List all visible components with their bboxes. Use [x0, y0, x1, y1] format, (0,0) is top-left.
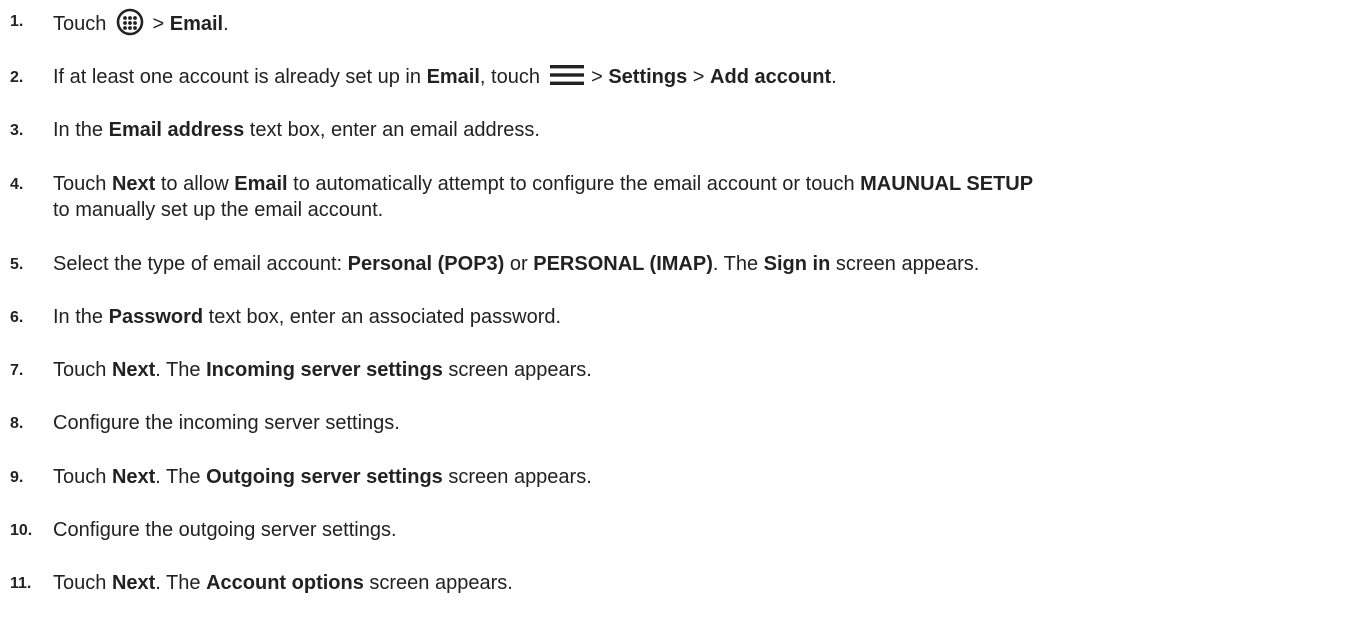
- step-number: 8.: [10, 415, 24, 432]
- step-text: Configure the incoming server settings.: [53, 412, 400, 434]
- step-text: Select the type of email account: Person…: [53, 253, 980, 275]
- menu-icon: [549, 65, 584, 85]
- step-number: 2.: [10, 69, 24, 86]
- step-number: 3.: [10, 122, 24, 139]
- step-text: In the Email address text box, enter an …: [53, 119, 540, 141]
- step-number: 10.: [10, 522, 33, 539]
- step-text: Touch Next. The Incoming server settings…: [53, 359, 592, 381]
- step-text: Touch Next to allow Email to automatical…: [53, 173, 1034, 221]
- step-number: 9.: [10, 469, 24, 486]
- step-text: Configure the outgoing server settings.: [53, 519, 397, 541]
- step-number: 6.: [10, 309, 24, 326]
- step-number: 1.: [10, 13, 24, 30]
- step-text: Touch > Email.: [53, 8, 1361, 37]
- step-number: 4.: [10, 176, 24, 193]
- step-text: If at least one account is already set u…: [53, 65, 837, 88]
- step-number: 7.: [10, 362, 24, 379]
- apps-grid-icon: [116, 8, 144, 36]
- step-text: Touch Next. The Account options screen a…: [53, 572, 513, 594]
- step-text: In the Password text box, enter an assoc…: [53, 306, 562, 328]
- step-text: Touch Next. The Outgoing server settings…: [53, 466, 592, 488]
- step-number: 5.: [10, 256, 24, 273]
- step-number: 11.: [10, 575, 32, 592]
